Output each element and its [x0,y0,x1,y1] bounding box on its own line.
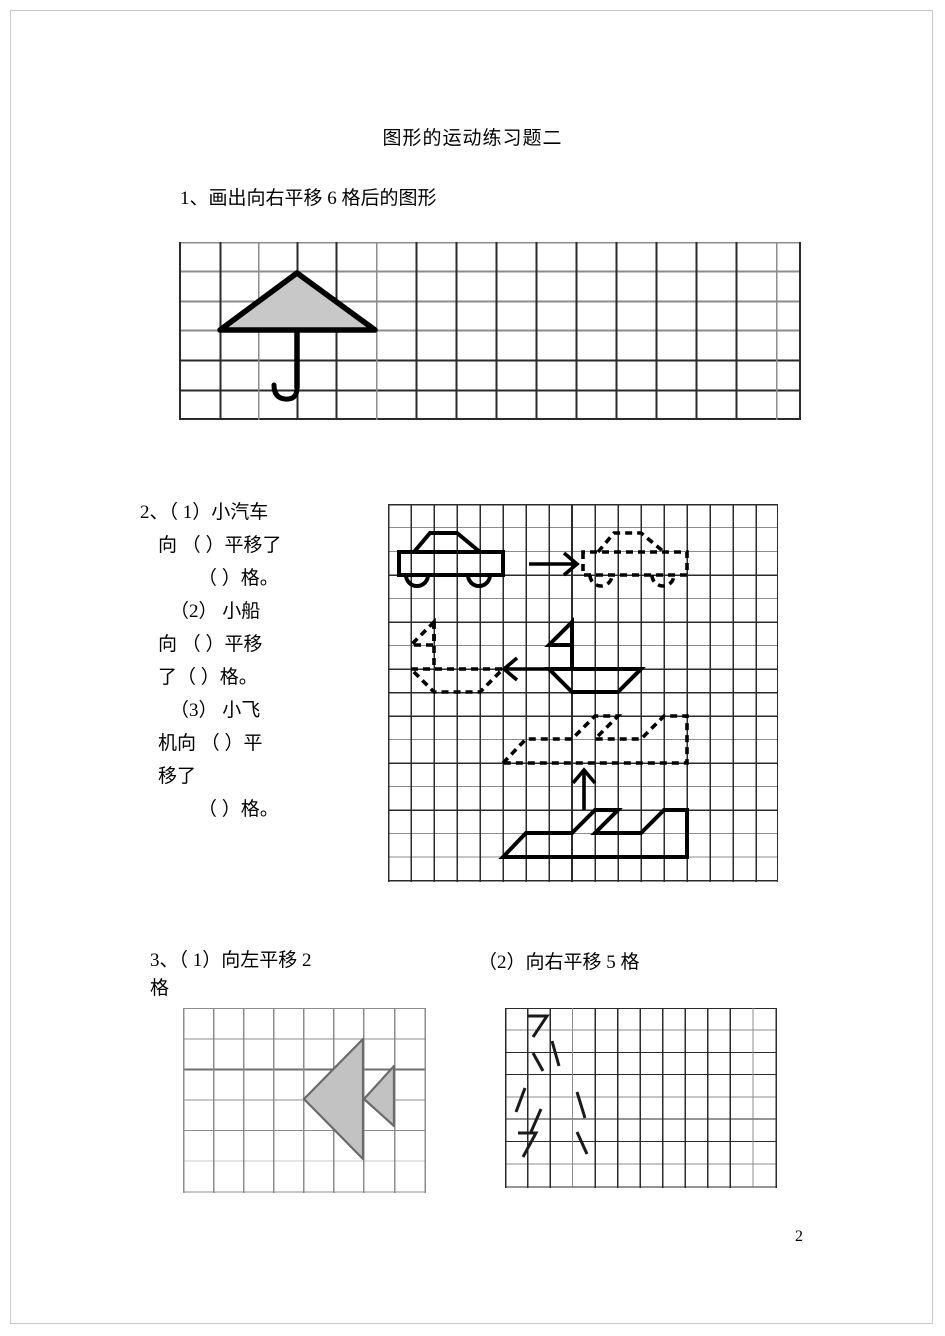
question-2-prompt: 2、（ 1）小汽车 向 （ ）平移了 （ ）格。 （2） 小船 向 （ ）平移 … [140,496,370,826]
q2-line-6: 了（ ）格。 [158,667,258,688]
question-1-prompt: 1、画出向右平移 6 格后的图形 [180,188,437,209]
question-3-prompt-right: （2）向右平移 5 格 [478,952,640,973]
page-title: 图形的运动练习题二 [382,128,563,149]
q2-line-8: 机向 （ ）平 [158,733,263,754]
up-arrow-icon [571,767,597,810]
q2-line-1: 2、（ 1）小汽车 [140,502,269,523]
q2-line-10: （ ）格。 [198,799,279,820]
q2-line-3: （ ）格。 [198,568,279,589]
question-3-left-grid [183,1008,426,1193]
car-shape-dashed [581,531,689,588]
partial-strokes-shape [514,1014,589,1158]
question-3-right-grid [505,1008,777,1188]
q3-left-line-1: 3、（ 1）向左平移 2 [150,950,312,971]
car-shape [397,531,505,588]
question-1-grid [179,242,801,420]
q2-line-4: （2） 小船 [170,601,261,622]
question-2-grid [388,504,778,882]
page-number: 2 [795,1228,803,1245]
right-arrow-icon [529,551,580,577]
q2-line-5: 向 （ ）平移 [158,634,263,655]
q2-line-9: 移了 [158,766,197,787]
q3-left-line-2: 格 [150,978,170,999]
fish-shape [302,1037,396,1161]
umbrella-shape [217,270,378,402]
worksheet-page: 图形的运动练习题二 1、画出向右平移 6 格后的图形 2、（ 1）小汽车 向 （… [0,0,945,1336]
question-3-prompt-left: 3、（ 1）向左平移 2 格 [150,947,450,1003]
q2-line-2: 向 （ ）平移了 [158,535,282,556]
q2-line-7: （3） 小飞 [170,700,261,721]
